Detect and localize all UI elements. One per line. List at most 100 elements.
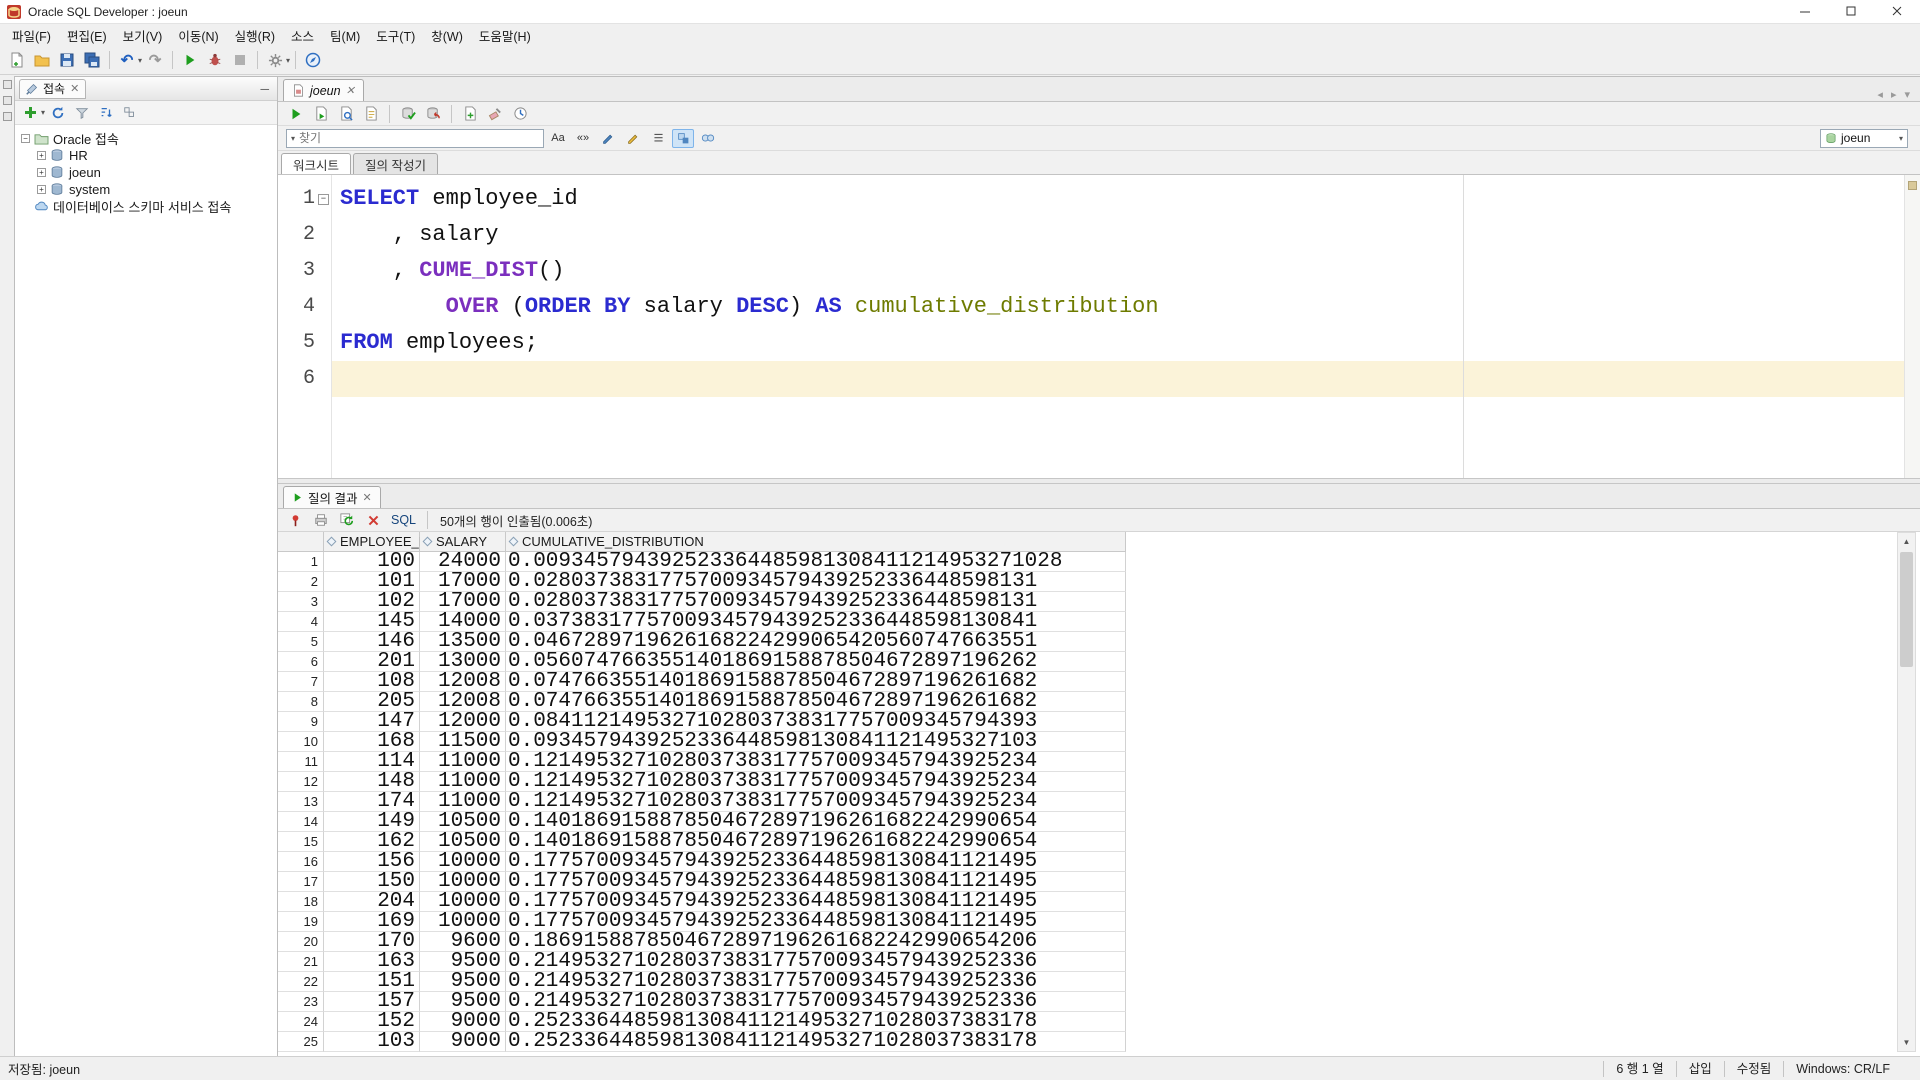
connection-selector[interactable]: joeun ▾ [1820,129,1908,148]
cumulative-distribution-cell[interactable]: 0.12149532710280373831775700934579439252… [506,772,1126,792]
rollback-button[interactable] [422,104,444,124]
employee-id-cell[interactable]: 101 [324,572,420,592]
employee-id-cell[interactable]: 204 [324,892,420,912]
row-number-cell[interactable]: 4 [278,612,324,632]
code-line[interactable]: , CUME_DIST() [332,253,1920,289]
pin-button[interactable] [284,510,306,530]
tree-node-oracle-connections[interactable]: − Oracle 접속 [15,130,277,147]
salary-cell[interactable]: 14000 [420,612,506,632]
salary-cell[interactable]: 9600 [420,932,506,952]
code-line[interactable]: , salary [332,217,1920,253]
cumulative-distribution-cell[interactable]: 0.00934579439252336448598130841121495327… [506,552,1126,572]
row-number-cell[interactable]: 9 [278,712,324,732]
open-file-button[interactable] [30,48,54,72]
code-line[interactable] [332,361,1920,397]
menu-team[interactable]: 팀(M) [322,24,368,47]
salary-cell[interactable]: 10000 [420,892,506,912]
salary-cell[interactable]: 17000 [420,592,506,612]
cumulative-distribution-cell[interactable]: 0.08411214953271028037383177570093457943… [506,712,1126,732]
close-icon[interactable]: ✕ [70,82,79,95]
row-number-cell[interactable]: 17 [278,872,324,892]
cumulative-distribution-cell[interactable]: 0.07476635514018691588785046728971962616… [506,692,1126,712]
run-script-button[interactable] [310,104,332,124]
sql-label[interactable]: SQL [388,513,419,527]
tools-button[interactable] [263,48,287,72]
employee-id-cell[interactable]: 163 [324,952,420,972]
cumulative-distribution-cell[interactable]: 0.25233644859813084112149532710280373831… [506,1032,1126,1052]
row-number-cell[interactable]: 6 [278,652,324,672]
line-number[interactable]: 3 [278,253,331,289]
tree-node-joeun[interactable]: + joeun [15,164,277,181]
collapse-all-button[interactable] [119,103,141,123]
cumulative-distribution-cell[interactable]: 0.17757009345794392523364485981308411214… [506,872,1126,892]
redo-button[interactable]: ↷ [143,48,167,72]
code-line[interactable]: FROM employees; [332,325,1920,361]
minimize-panel-icon[interactable]: ─ [256,82,273,96]
sort-icon[interactable] [327,537,337,547]
row-number-cell[interactable]: 16 [278,852,324,872]
tree-node-system[interactable]: + system [15,181,277,198]
row-number-cell[interactable]: 18 [278,892,324,912]
commit-button[interactable] [397,104,419,124]
cumulative-distribution-cell[interactable]: 0.07476635514018691588785046728971962616… [506,672,1126,692]
scrollbar-thumb[interactable] [1900,552,1913,667]
row-number-cell[interactable]: 19 [278,912,324,932]
explain-plan-button[interactable] [360,104,382,124]
employee-id-cell[interactable]: 146 [324,632,420,652]
salary-cell[interactable]: 9500 [420,972,506,992]
column-header-employee-id[interactable]: EMPLOYEE_ID [324,532,420,552]
salary-cell[interactable]: 24000 [420,552,506,572]
salary-cell[interactable]: 12008 [420,672,506,692]
cumulative-distribution-cell[interactable]: 0.21495327102803738317757009345794392523… [506,992,1126,1012]
sort-icon[interactable] [423,537,433,547]
employee-id-cell[interactable]: 205 [324,692,420,712]
row-number-cell[interactable]: 22 [278,972,324,992]
collapse-node-icon[interactable]: − [21,134,30,143]
close-button[interactable] [1874,0,1920,23]
connection-dropdown-icon[interactable]: ▾ [1899,134,1903,143]
row-number-cell[interactable]: 12 [278,772,324,792]
employee-id-cell[interactable]: 149 [324,812,420,832]
salary-cell[interactable]: 9000 [420,1032,506,1052]
highlight-pen-button[interactable] [597,129,619,148]
menu-run[interactable]: 실행(R) [227,24,283,47]
stop-button[interactable] [228,48,252,72]
undo-button[interactable]: ↶ [115,48,139,72]
line-number[interactable]: 5 [278,325,331,361]
employee-id-cell[interactable]: 148 [324,772,420,792]
row-number-cell[interactable]: 8 [278,692,324,712]
dock-panel-icon[interactable] [3,96,12,105]
tab-worksheet[interactable]: 워크시트 [281,153,351,174]
unshared-worksheet-button[interactable] [459,104,481,124]
run-statement-button[interactable] [285,104,307,124]
cumulative-distribution-cell[interactable]: 0.09345794392523364485981308411214953271… [506,732,1126,752]
save-button[interactable] [55,48,79,72]
list-matches-button[interactable] [647,129,669,148]
row-number-cell[interactable]: 20 [278,932,324,952]
cumulative-distribution-cell[interactable]: 0.18691588785046728971962616822429906542… [506,932,1126,952]
find-dropdown-icon[interactable]: ▾ [291,134,295,143]
minimize-button[interactable] [1782,0,1828,23]
employee-id-cell[interactable]: 168 [324,732,420,752]
cumulative-distribution-cell[interactable]: 0.04672897196261682242990654205607476635… [506,632,1126,652]
fetch-all-button[interactable] [336,510,358,530]
find-input-combo[interactable]: ▾ [286,129,544,148]
expand-node-icon[interactable]: + [37,151,46,160]
row-number-cell[interactable]: 10 [278,732,324,752]
salary-cell[interactable]: 9500 [420,952,506,972]
salary-cell[interactable]: 10500 [420,832,506,852]
salary-cell[interactable]: 11500 [420,732,506,752]
sort-icon[interactable] [509,537,519,547]
employee-id-cell[interactable]: 169 [324,912,420,932]
maximize-button[interactable] [1828,0,1874,23]
dock-panel-icon[interactable] [3,80,12,89]
menu-source[interactable]: 소스 [283,24,322,47]
close-tab-icon[interactable]: ✕ [362,491,371,504]
cumulative-distribution-cell[interactable]: 0.21495327102803738317757009345794392523… [506,952,1126,972]
tab-scroll-right-icon[interactable]: ▸ [1891,88,1897,101]
row-number-cell[interactable]: 2 [278,572,324,592]
row-number-cell[interactable]: 25 [278,1032,324,1052]
document-tab-joeun[interactable]: joeun ✕ [283,79,364,101]
tools-dropdown-icon[interactable]: ▾ [286,56,290,65]
scroll-down-icon[interactable]: ▼ [1898,1034,1915,1051]
